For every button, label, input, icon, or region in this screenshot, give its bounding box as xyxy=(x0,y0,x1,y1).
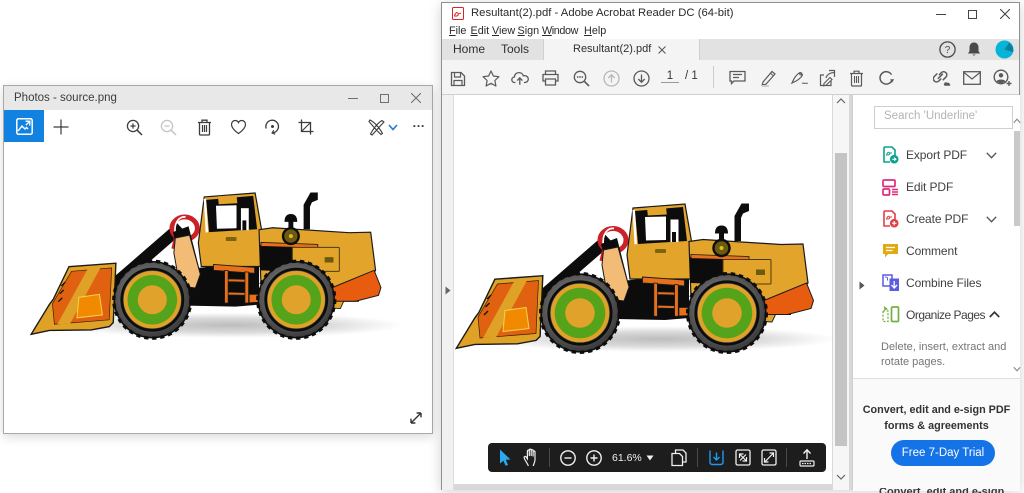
svg-text:?: ? xyxy=(945,45,951,56)
